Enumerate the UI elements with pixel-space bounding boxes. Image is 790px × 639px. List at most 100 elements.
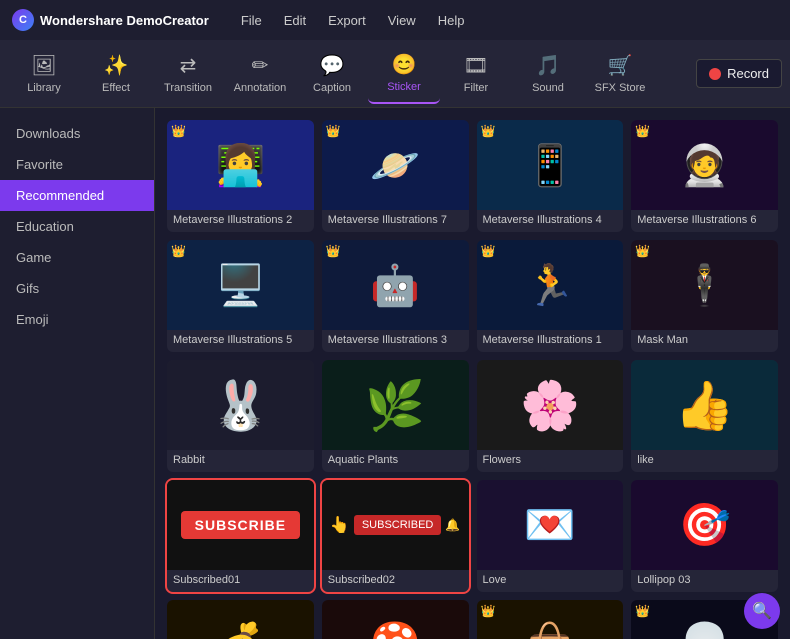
app-logo: C Wondershare DemoCreator xyxy=(12,9,209,31)
toolbar: 🖼 Library ✨ Effect ⇄ Transition ✏ Annota… xyxy=(0,40,790,108)
menu-view[interactable]: View xyxy=(386,9,418,32)
sidebar-item-gifs[interactable]: Gifs xyxy=(0,273,154,304)
toolbar-transition[interactable]: ⇄ Transition xyxy=(152,44,224,104)
sticker-icon: 😊 xyxy=(392,52,417,77)
gallery-label-love: Love xyxy=(477,570,624,592)
menu-edit[interactable]: Edit xyxy=(282,9,308,32)
search-button[interactable]: 🔍 xyxy=(744,593,780,629)
sidebar-item-downloads[interactable]: Downloads xyxy=(0,118,154,149)
gallery-item-love[interactable]: 💌 Love xyxy=(477,480,624,592)
crown-icon-maskman: 👑 xyxy=(635,244,650,258)
gallery-thumb-like: 👍 xyxy=(631,360,778,450)
menu-file[interactable]: File xyxy=(239,9,264,32)
gallery-item-metaverse4[interactable]: 👑 📱 Metaverse Illustrations 4 xyxy=(477,120,624,232)
gallery-item-metaverse7[interactable]: 👑 🪐 Metaverse Illustrations 7 xyxy=(322,120,469,232)
sound-icon: 🎵 xyxy=(536,53,561,78)
gallery-label-rabbit: Rabbit xyxy=(167,450,314,472)
gallery-label-maskman: Mask Man xyxy=(631,330,778,352)
toolbar-effect[interactable]: ✨ Effect xyxy=(80,44,152,104)
gallery-item-lollipop03[interactable]: 🎯 Lollipop 03 xyxy=(631,480,778,592)
record-dot-icon xyxy=(709,68,721,80)
gallery-item-bag[interactable]: 👑 👜 xyxy=(477,600,624,639)
crown-icon-metaverse1: 👑 xyxy=(481,244,496,258)
crown-icon-metaverse2: 👑 xyxy=(171,124,186,138)
gallery-item-maskman[interactable]: 👑 🕴 Mask Man xyxy=(631,240,778,352)
gallery-thumb-bag: 👑 👜 xyxy=(477,600,624,639)
gallery-item-subscribed01[interactable]: SUBSCRIBE Subscribed01 xyxy=(167,480,314,592)
toolbar-transition-label: Transition xyxy=(164,82,212,94)
sidebar-item-emoji[interactable]: Emoji xyxy=(0,304,154,335)
gallery-item-rabbit[interactable]: 🐰 Rabbit xyxy=(167,360,314,472)
toolbar-annotation[interactable]: ✏ Annotation xyxy=(224,44,296,104)
subscribed-sticker: SUBSCRIBED xyxy=(354,515,442,535)
gallery-label-flowers: Flowers xyxy=(477,450,624,472)
sidebar-item-education[interactable]: Education xyxy=(0,211,154,242)
toolbar-filter[interactable]: 🎞 Filter xyxy=(440,44,512,104)
app-name: Wondershare DemoCreator xyxy=(40,13,209,28)
effect-icon: ✨ xyxy=(104,53,129,78)
gallery-item-like[interactable]: 👍 like xyxy=(631,360,778,472)
gallery-item-mushroom[interactable]: 🍄 xyxy=(322,600,469,639)
crown-icon-metaverse5: 👑 xyxy=(171,244,186,258)
sfxstore-icon: 🛒 xyxy=(608,53,633,78)
gallery-thumb-mushroom: 🍄 xyxy=(322,600,469,639)
gallery-label-subscribed01: Subscribed01 xyxy=(167,570,314,592)
gallery-item-flowers[interactable]: 🌸 Flowers xyxy=(477,360,624,472)
gallery-item-metaverse5[interactable]: 👑 🖥️ Metaverse Illustrations 5 xyxy=(167,240,314,352)
subscribe-sticker: SUBSCRIBE xyxy=(181,511,300,539)
gallery-label-like: like xyxy=(631,450,778,472)
gallery-item-metaverse2[interactable]: 👑 👩‍💻 Metaverse Illustrations 2 xyxy=(167,120,314,232)
toolbar-library-label: Library xyxy=(27,82,61,94)
gallery-item-treasure[interactable]: 💰 xyxy=(167,600,314,639)
toolbar-sfxstore-label: SFX Store xyxy=(595,82,646,94)
gallery-label-metaverse2: Metaverse Illustrations 2 xyxy=(167,210,314,232)
gallery-thumb-subscribed02: 👆 SUBSCRIBED 🔔 xyxy=(322,480,469,570)
menu-help[interactable]: Help xyxy=(436,9,467,32)
gallery-thumb-metaverse5: 👑 🖥️ xyxy=(167,240,314,330)
toolbar-library[interactable]: 🖼 Library xyxy=(8,44,80,104)
gallery-label-aquatic: Aquatic Plants xyxy=(322,450,469,472)
gallery-item-metaverse6[interactable]: 👑 🧑‍🚀 Metaverse Illustrations 6 xyxy=(631,120,778,232)
main-content: Downloads Favorite Recommended Education… xyxy=(0,108,790,639)
gallery-thumb-metaverse1: 👑 🏃 xyxy=(477,240,624,330)
gallery-label-metaverse6: Metaverse Illustrations 6 xyxy=(631,210,778,232)
gallery-area: 👑 👩‍💻 Metaverse Illustrations 2 👑 🪐 Meta… xyxy=(155,108,790,639)
toolbar-sticker[interactable]: 😊 Sticker xyxy=(368,44,440,104)
crown-icon-skull: 👑 xyxy=(635,604,650,618)
gallery-item-metaverse1[interactable]: 👑 🏃 Metaverse Illustrations 1 xyxy=(477,240,624,352)
gallery-label-lollipop03: Lollipop 03 xyxy=(631,570,778,592)
menu-bar: File Edit Export View Help xyxy=(239,9,467,32)
gallery-label-metaverse7: Metaverse Illustrations 7 xyxy=(322,210,469,232)
gallery-label-subscribed02: Subscribed02 xyxy=(322,570,469,592)
toolbar-effect-label: Effect xyxy=(102,82,130,94)
caption-icon: 💬 xyxy=(320,53,345,78)
toolbar-sfxstore[interactable]: 🛒 SFX Store xyxy=(584,44,656,104)
gallery-item-metaverse3[interactable]: 👑 🤖 Metaverse Illustrations 3 xyxy=(322,240,469,352)
gallery-item-aquatic[interactable]: 🌿 Aquatic Plants xyxy=(322,360,469,472)
gallery-thumb-metaverse7: 👑 🪐 xyxy=(322,120,469,210)
toolbar-annotation-label: Annotation xyxy=(234,82,287,94)
sidebar-item-recommended[interactable]: Recommended xyxy=(0,180,154,211)
logo-icon: C xyxy=(12,9,34,31)
filter-icon: 🎞 xyxy=(463,53,488,78)
menu-export[interactable]: Export xyxy=(326,9,368,32)
gallery-thumb-love: 💌 xyxy=(477,480,624,570)
sidebar-item-game[interactable]: Game xyxy=(0,242,154,273)
gallery-thumb-subscribed01: SUBSCRIBE xyxy=(167,480,314,570)
annotation-icon: ✏ xyxy=(252,53,269,78)
toolbar-sound-label: Sound xyxy=(532,82,564,94)
search-icon: 🔍 xyxy=(752,601,772,621)
record-label: Record xyxy=(727,66,769,81)
toolbar-sound[interactable]: 🎵 Sound xyxy=(512,44,584,104)
record-button[interactable]: Record xyxy=(696,59,782,88)
sidebar-item-favorite[interactable]: Favorite xyxy=(0,149,154,180)
toolbar-caption[interactable]: 💬 Caption xyxy=(296,44,368,104)
toolbar-filter-label: Filter xyxy=(464,82,488,94)
sidebar: Downloads Favorite Recommended Education… xyxy=(0,108,155,639)
gallery-thumb-flowers: 🌸 xyxy=(477,360,624,450)
gallery-item-subscribed02[interactable]: 👆 SUBSCRIBED 🔔 Subscribed02 xyxy=(322,480,469,592)
gallery-thumb-lollipop03: 🎯 xyxy=(631,480,778,570)
gallery-thumb-aquatic: 🌿 xyxy=(322,360,469,450)
title-bar: C Wondershare DemoCreator File Edit Expo… xyxy=(0,0,790,40)
crown-icon-metaverse3: 👑 xyxy=(326,244,341,258)
